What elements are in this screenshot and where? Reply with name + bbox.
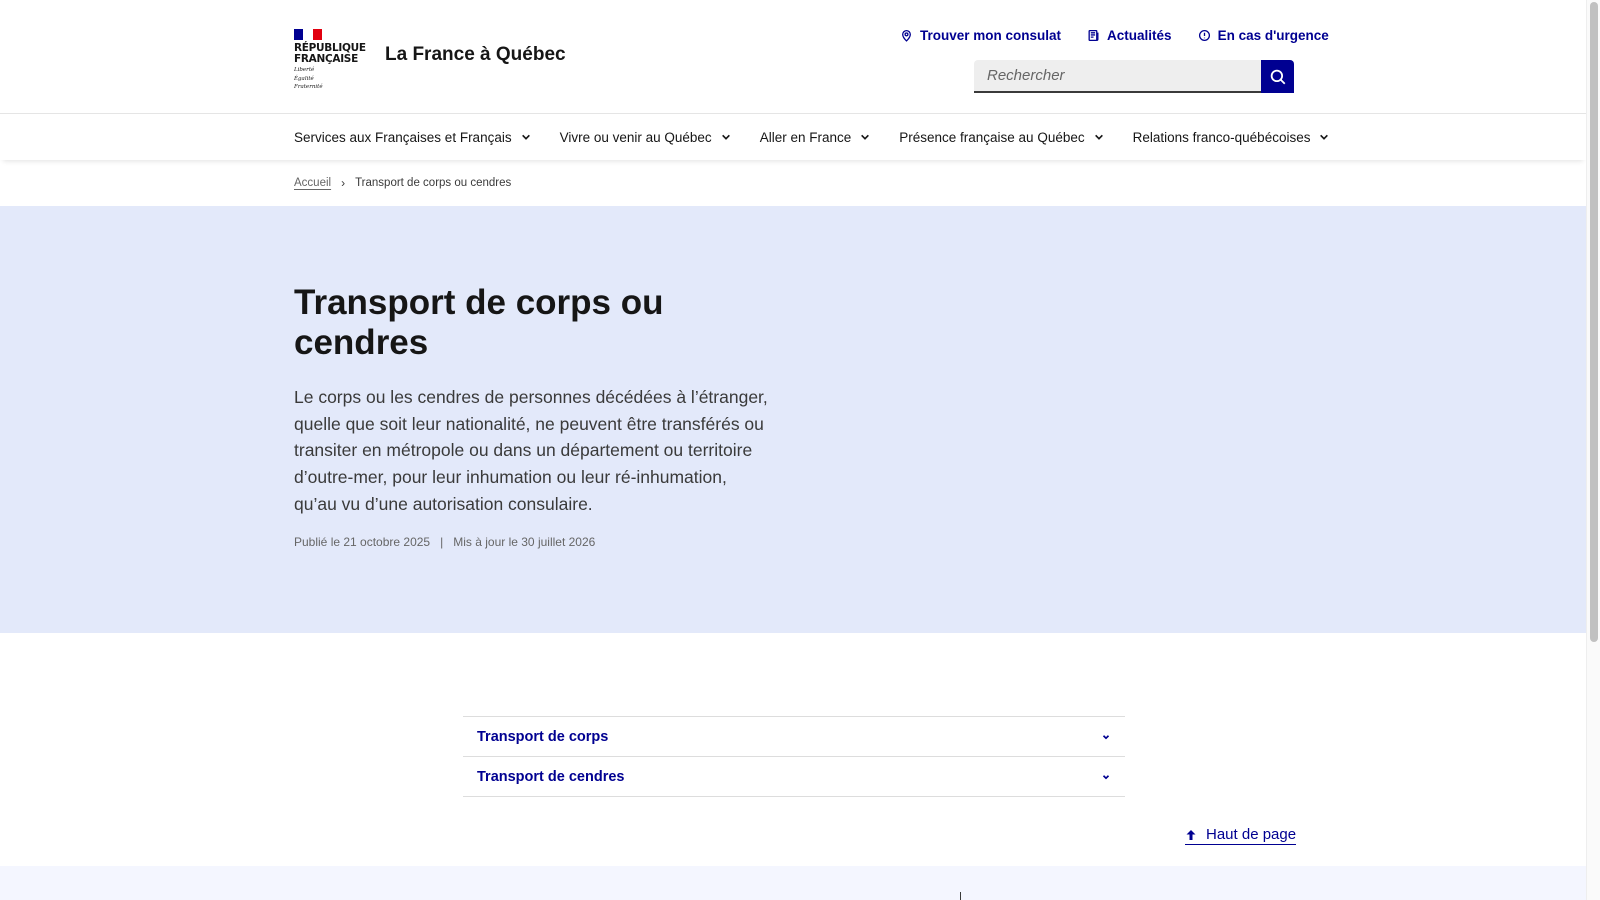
nav-item-aller-france[interactable]: Aller en France: [760, 114, 871, 160]
accordion-transport-corps[interactable]: Transport de corps: [463, 717, 1125, 757]
devise-egalite: Égalité: [294, 75, 314, 82]
search-input[interactable]: [974, 60, 1262, 93]
republique-francaise-logo[interactable]: RÉPUBLIQUE FRANÇAISE Liberté Égalité Fra…: [294, 29, 366, 91]
site-header: RÉPUBLIQUE FRANÇAISE Liberté Égalité Fra…: [0, 0, 1586, 114]
republique-line-2: FRANÇAISE: [294, 53, 358, 65]
back-to-top-link[interactable]: Haut de page: [1185, 826, 1297, 845]
newspaper-icon: [1088, 29, 1099, 41]
breadcrumb-current: Transport de corps ou cendres: [355, 177, 512, 189]
search-button[interactable]: [1261, 60, 1294, 93]
french-flag-icon: [294, 29, 322, 40]
find-consulate-label: Trouver mon consulat: [920, 27, 1062, 43]
emergency-link[interactable]: En cas d'urgence: [1198, 28, 1329, 43]
nav-item-label: Services aux Françaises et Français: [294, 129, 512, 145]
emergency-label: En cas d'urgence: [1217, 27, 1329, 43]
header-tools: Trouver mon consulat Actualités En cas d…: [900, 24, 1329, 46]
devise-liberte: Liberté: [294, 67, 315, 73]
search-bar: [974, 60, 1294, 93]
chevron-down-icon: [1102, 734, 1110, 739]
page-scrollbar[interactable]: [1586, 0, 1600, 900]
news-label: Actualités: [1107, 27, 1172, 43]
main-navigation: Services aux Françaises et Français Vivr…: [0, 114, 1586, 160]
breadcrumb: Accueil › Transport de corps ou cendres: [294, 174, 511, 192]
map-pin-icon: [902, 29, 911, 42]
nav-item-presence-francaise[interactable]: Présence française au Québec: [899, 114, 1103, 160]
accordion-label: Transport de cendres: [477, 768, 625, 785]
search-icon: [1270, 69, 1285, 84]
news-link[interactable]: Actualités: [1087, 28, 1172, 43]
nav-item-label: Relations franco-québécoises: [1132, 129, 1311, 145]
page-hero: Transport de corps ou cendres Le corps o…: [0, 206, 1586, 633]
breadcrumb-home-link[interactable]: Accueil: [294, 177, 331, 189]
footer-divider: [960, 892, 961, 900]
accordion-group: Transport de corps Transport de cendres: [463, 716, 1125, 797]
back-to-top-label: Haut de page: [1206, 826, 1297, 843]
site-title[interactable]: La France à Québec: [385, 44, 566, 66]
nav-item-services[interactable]: Services aux Françaises et Français: [294, 114, 531, 160]
nav-item-vivre-quebec[interactable]: Vivre ou venir au Québec: [560, 114, 731, 160]
scrollbar-thumb[interactable]: [1590, 2, 1598, 642]
chevron-down-icon: [1320, 134, 1329, 140]
chevron-down-icon: [1094, 134, 1103, 140]
footer-section: [0, 866, 1586, 900]
chevron-down-icon: [861, 134, 870, 140]
alert-circle-icon: [1198, 29, 1210, 41]
updated-date: Mis à jour le 30 juillet 2026: [453, 535, 596, 549]
nav-item-relations[interactable]: Relations franco-québécoises: [1133, 114, 1330, 160]
page-title: Transport de corps ou cendres: [294, 283, 664, 362]
chevron-down-icon: [721, 134, 730, 140]
find-consulate-link[interactable]: Trouver mon consulat: [900, 28, 1061, 43]
chevron-right-icon: ›: [341, 176, 346, 190]
nav-item-label: Présence française au Québec: [899, 129, 1085, 145]
nav-item-label: Aller en France: [759, 129, 852, 145]
page-lead: Le corps ou les cendres de personnes déc…: [294, 387, 768, 514]
publication-dates: Publié le 21 octobre 2025 | Mis à jour l…: [294, 535, 595, 549]
chevron-down-icon: [1102, 774, 1110, 779]
date-separator: |: [440, 535, 444, 549]
chevron-down-icon: [521, 134, 530, 140]
nav-item-label: Vivre ou venir au Québec: [559, 129, 712, 145]
devise-fraternite: Fraternité: [294, 84, 323, 90]
accordion-transport-cendres[interactable]: Transport de cendres: [463, 757, 1125, 797]
arrow-up-icon: [1186, 829, 1196, 840]
published-date: Publié le 21 octobre 2025: [294, 535, 431, 549]
accordion-label: Transport de corps: [477, 728, 609, 745]
